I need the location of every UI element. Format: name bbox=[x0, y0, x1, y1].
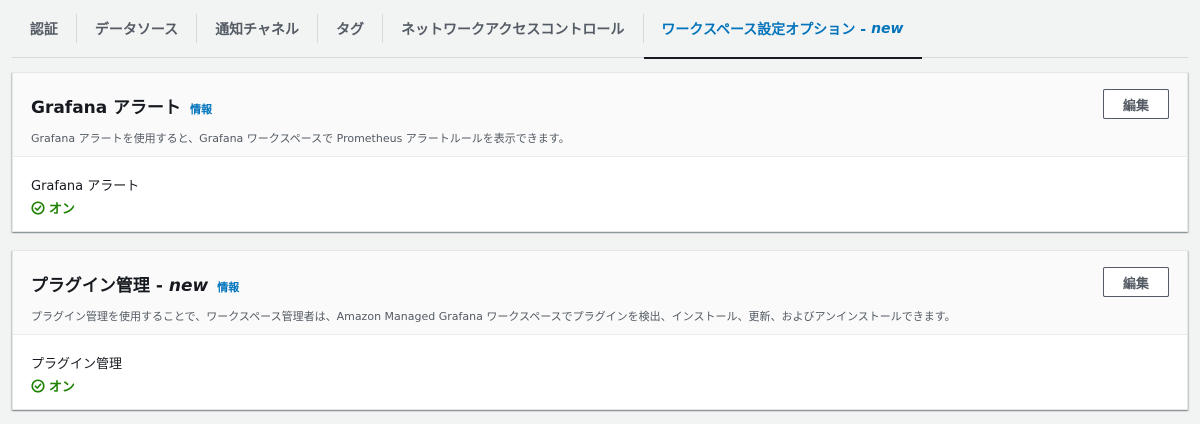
panel-title: プラグイン管理 - new bbox=[31, 271, 208, 296]
panel-description: Grafana アラートを使用すると、Grafana ワークスペースで Prom… bbox=[31, 132, 570, 145]
tab-data-sources[interactable]: データソース bbox=[77, 0, 196, 58]
status-text: オン bbox=[49, 380, 76, 395]
tab-label: ワークスペース設定オプション - bbox=[661, 22, 867, 38]
tab-tags[interactable]: タグ bbox=[318, 0, 382, 58]
panel-body: プラグイン管理 オン bbox=[13, 335, 1187, 395]
check-circle-icon bbox=[31, 200, 45, 215]
info-link[interactable]: 情報 bbox=[190, 101, 212, 117]
field-label: プラグイン管理 bbox=[31, 357, 123, 372]
status-text: オン bbox=[49, 202, 76, 217]
panel-title-text: プラグイン管理 - bbox=[31, 276, 163, 296]
tab-label: タグ bbox=[336, 22, 365, 38]
check-circle-icon bbox=[31, 378, 45, 393]
tab-workspace-config-options[interactable]: ワークスペース設定オプション - new bbox=[643, 0, 922, 59]
edit-button[interactable]: 編集 bbox=[1103, 89, 1169, 119]
panel-title-row: プラグイン管理 - new 情報 bbox=[31, 271, 1169, 296]
grafana-alerts-panel: Grafana アラート 情報 Grafana アラートを使用すると、Grafa… bbox=[12, 72, 1188, 232]
tab-network-access-control[interactable]: ネットワークアクセスコントロール bbox=[383, 0, 642, 58]
field-label: Grafana アラート bbox=[31, 179, 140, 194]
edit-button[interactable]: 編集 bbox=[1103, 267, 1169, 297]
info-link[interactable]: 情報 bbox=[217, 279, 239, 295]
plugin-management-panel: プラグイン管理 - new 情報 プラグイン管理を使用することで、ワークスペース… bbox=[12, 250, 1188, 410]
panel-body: Grafana アラート オン bbox=[13, 157, 1187, 217]
tab-label: ネットワークアクセスコントロール bbox=[401, 22, 625, 38]
tab-label: 通知チャネル bbox=[215, 22, 300, 38]
tab-notification-channels[interactable]: 通知チャネル bbox=[197, 0, 317, 58]
status-indicator: オン bbox=[31, 376, 1169, 395]
tab-new-badge: new bbox=[871, 21, 904, 37]
panel-title-row: Grafana アラート 情報 bbox=[31, 93, 1169, 118]
tab-label: 認証 bbox=[30, 22, 58, 38]
panel-title: Grafana アラート bbox=[31, 98, 182, 118]
tab-label: データソース bbox=[95, 22, 179, 38]
panel-header: プラグイン管理 - new 情報 プラグイン管理を使用することで、ワークスペース… bbox=[13, 251, 1187, 335]
tab-authentication[interactable]: 認証 bbox=[12, 0, 76, 58]
tab-bar: 認証 データソース 通知チャネル タグ ネットワークアクセスコントロール ワーク… bbox=[12, 0, 1188, 59]
panel-new-badge: new bbox=[168, 276, 209, 296]
status-indicator: オン bbox=[31, 198, 1169, 217]
panel-description: プラグイン管理を使用することで、ワークスペース管理者は、Amazon Manag… bbox=[31, 310, 956, 323]
panel-header: Grafana アラート 情報 Grafana アラートを使用すると、Grafa… bbox=[13, 73, 1187, 157]
